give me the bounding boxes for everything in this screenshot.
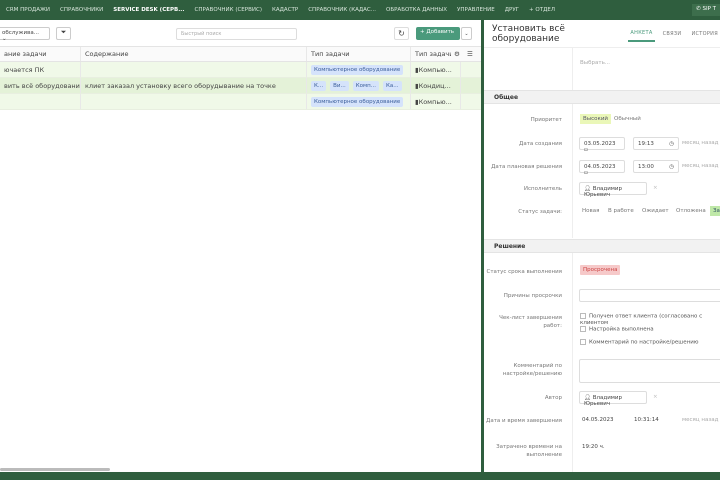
clock-icon: ◷ [669, 141, 674, 147]
section-general: Общее [484, 90, 720, 104]
task-type-tag: Ка... [383, 80, 402, 91]
table-row[interactable]: вить всё оборудование клиет заказал уста… [0, 78, 481, 94]
add-button[interactable]: + Добавить [416, 27, 460, 40]
section-solution: Решение [484, 239, 720, 253]
sip-button[interactable]: ✆ SIP Т [692, 4, 720, 16]
status-postponed[interactable]: Отложена [676, 208, 706, 214]
search-input[interactable]: Быстрый поиск [176, 28, 297, 40]
task-type-tag: Комп... [352, 80, 380, 91]
table-header: ание задачи Содержание Тип задачи Тип за… [0, 46, 481, 62]
nav-data-processing[interactable]: ОБРАБОТКА ДАННЫХ [386, 7, 447, 13]
checklist-item[interactable]: Комментарий по настройке/решению [580, 339, 699, 346]
settings-icon[interactable]: ⚙ [450, 47, 464, 61]
refresh-icon: ↻ [398, 29, 405, 38]
tab-history[interactable]: ИСТОРИЯ [689, 27, 720, 41]
status-active[interactable]: За [710, 206, 720, 216]
planned-time-input[interactable]: 13:00 ◷ [633, 160, 679, 173]
assignee-chip[interactable]: 👤︎ Владимир Юрьевич [579, 182, 647, 198]
calendar-icon: ▫ [584, 147, 588, 153]
task-list-panel: обслужива... ⌄ ⏷ Быстрый поиск ↻ + Добав… [0, 20, 481, 472]
nav-service-desk[interactable]: SERVICE DESK (СЕРВ... [113, 7, 184, 13]
status-waiting[interactable]: Ожидает [642, 208, 669, 214]
table-row[interactable]: ючается ПК Компьютерное оборудование ▮ К… [0, 62, 481, 78]
checkbox[interactable] [580, 326, 586, 332]
nav-add-department[interactable]: + ОТДЕЛ [529, 7, 555, 13]
task-type-tag: Ви... [330, 80, 349, 91]
table-row[interactable]: Компьютерное оборудование ▮ Компью... [0, 94, 481, 110]
status-in-progress[interactable]: В работе [608, 208, 634, 214]
tab-links[interactable]: СВЯЗИ [661, 27, 684, 41]
chevron-down-icon: ⌄ [2, 36, 7, 42]
detail-header: Установить всё оборудование АНКЕТА СВЯЗИ… [484, 20, 720, 48]
detail-title: Установить всё оборудование [492, 23, 565, 44]
task-type-tag: К... [311, 80, 327, 91]
author-chip[interactable]: 👤︎ Владимир Юрьевич [579, 391, 647, 407]
filter-icon: ⏷ [60, 28, 67, 36]
filter-button[interactable]: ⏷ [56, 27, 71, 40]
created-time-input[interactable]: 19:13 ◷ [633, 137, 679, 150]
top-nav: CRM ПРОДАЖИ СПРАВОЧНИКИ SERVICE DESK (СЕ… [0, 0, 720, 20]
toolbar: обслужива... ⌄ ⏷ Быстрый поиск ↻ + Добав… [0, 20, 481, 46]
col-content[interactable]: Содержание [81, 47, 307, 61]
choose-link[interactable]: Выбрать... [580, 60, 610, 66]
checkbox[interactable] [580, 339, 586, 345]
calendar-icon: ▫ [584, 170, 588, 176]
remove-author-icon[interactable]: × [653, 394, 658, 400]
nav-cadastre-directory[interactable]: СПРАВОЧНИК (КАДАС... [308, 7, 376, 13]
deadline-status-badge: Просрочена [580, 265, 621, 275]
checkbox[interactable] [580, 313, 586, 319]
comment-textarea[interactable] [579, 359, 720, 383]
nav-service-directory[interactable]: СПРАВОЧНИК (СЕРВИС) [194, 7, 261, 13]
col-name[interactable]: ание задачи [0, 47, 81, 61]
tab-form[interactable]: АНКЕТА [628, 26, 655, 42]
created-date-input[interactable]: 03.05.2023 ▫ [579, 137, 625, 153]
bottom-bar [0, 472, 720, 480]
status-new[interactable]: Новая [582, 208, 599, 214]
nav-other[interactable]: ДРУГ [505, 7, 519, 13]
columns-icon[interactable]: ☰ [463, 47, 477, 61]
priority-high[interactable]: Высокий [580, 114, 611, 124]
clock-icon: ◷ [669, 164, 674, 170]
priority-normal[interactable]: Обычный [614, 116, 641, 122]
col-type[interactable]: Тип задачи [307, 47, 411, 61]
filter-select[interactable]: обслужива... ⌄ [0, 27, 50, 42]
planned-date-input[interactable]: 04.05.2023 ▫ [579, 160, 625, 176]
checklist-item[interactable]: Получен ответ клиента (согласовано с кли… [580, 313, 720, 326]
horizontal-scrollbar[interactable] [0, 468, 110, 471]
nav-cadastre[interactable]: КАДАСТР [272, 7, 298, 13]
nav-directories[interactable]: СПРАВОЧНИКИ [60, 7, 103, 13]
col-type2[interactable]: Тип задачи [411, 47, 451, 61]
nav-management[interactable]: УПРАВЛЕНИЕ [457, 7, 495, 13]
nav-crm[interactable]: CRM ПРОДАЖИ [6, 7, 50, 13]
overdue-reasons-input[interactable] [579, 289, 720, 302]
add-dropdown-button[interactable]: ⌄ [461, 27, 472, 40]
remove-assignee-icon[interactable]: × [653, 185, 658, 191]
task-type-tag: Компьютерное оборудование [311, 64, 404, 75]
task-detail-panel: Установить всё оборудование АНКЕТА СВЯЗИ… [484, 20, 720, 472]
checklist-item[interactable]: Настройка выполнена [580, 326, 654, 333]
refresh-button[interactable]: ↻ [394, 27, 409, 40]
task-type-tag: Компьютерное оборудование [311, 96, 404, 107]
